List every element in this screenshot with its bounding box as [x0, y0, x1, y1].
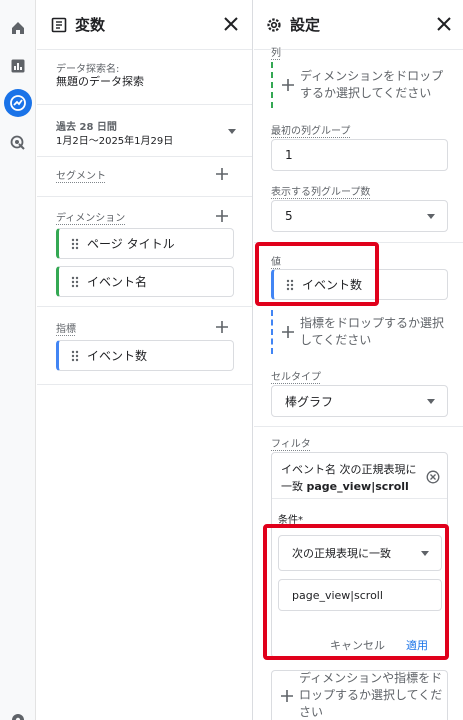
values-drop-zone[interactable]: 指標をドロップするか選択してください: [271, 310, 448, 354]
gear-icon: [267, 17, 281, 32]
close-icon[interactable]: [435, 15, 453, 33]
columns-label: 列: [271, 44, 281, 59]
exploration-name[interactable]: 無題のデータ探索: [56, 73, 144, 89]
filters-drop-zone[interactable]: ディメンションや指標をドロップするか選択してください: [271, 670, 448, 720]
drag-handle-icon: [71, 276, 79, 287]
variables-panel: 変数 データ探索名: 無題のデータ探索 過去 28 日間 1月2日～2025年1…: [37, 0, 253, 720]
drag-handle-icon: [71, 350, 79, 361]
explore-icon[interactable]: [4, 89, 32, 117]
filter-chip-prefix: イベント名 次の正規表現に: [281, 463, 417, 476]
add-icon: [282, 326, 294, 338]
filter-chip-value: page_view|scroll: [306, 480, 409, 493]
first-column-group-value: 1: [285, 148, 293, 162]
home-icon[interactable]: [4, 14, 32, 42]
add-icon: [281, 689, 293, 702]
date-range-label: 過去 28 日間: [56, 122, 117, 133]
settings-gear-icon[interactable]: [4, 706, 32, 720]
values-drop-text: 指標をドロップするか選択してください: [300, 316, 445, 347]
filters-drop-text: ディメンションや指標をドロップするか選択してください: [299, 671, 443, 719]
metric-chip[interactable]: イベント数: [56, 340, 234, 371]
shown-column-groups-value: 5: [285, 209, 293, 223]
dimension-chip[interactable]: イベント名: [56, 266, 234, 297]
chevron-down-icon: [427, 399, 435, 404]
highlight-condition-box: [263, 524, 449, 660]
advertising-icon[interactable]: [4, 129, 32, 157]
dimension-label: イベント名: [87, 275, 148, 289]
dimension-label: ページ タイトル: [87, 237, 175, 251]
columns-drop-zone[interactable]: ディメンションをドロップするか選択してください: [271, 62, 448, 108]
chevron-down-icon: [228, 129, 236, 134]
settings-title: 設定: [290, 16, 321, 34]
dimension-chip[interactable]: ページ タイトル: [56, 228, 234, 259]
add-icon: [282, 79, 294, 91]
drag-handle-icon: [71, 238, 79, 249]
variables-title: 変数: [75, 16, 106, 34]
metrics-label: 指標: [56, 324, 76, 335]
cell-type-select[interactable]: 棒グラフ: [271, 385, 448, 417]
add-metric-icon[interactable]: [215, 320, 229, 334]
metric-label: イベント数: [87, 349, 148, 363]
cell-type-value: 棒グラフ: [285, 394, 334, 409]
close-icon[interactable]: [222, 15, 240, 33]
variables-header: 変数: [37, 0, 252, 50]
remove-filter-icon[interactable]: [426, 470, 440, 484]
columns-drop-text: ディメンションをドロップするか選択してください: [300, 69, 444, 100]
filters-label: フィルタ: [271, 439, 311, 450]
settings-header: 設定: [254, 0, 463, 50]
date-range-value: 1月2日～2025年1月29日: [56, 136, 174, 147]
segments-label: セグメント: [56, 171, 106, 182]
add-dimension-icon[interactable]: [215, 209, 229, 223]
nav-rail: [0, 0, 36, 720]
first-column-group-label: 最初の列グループ: [271, 126, 351, 137]
first-column-group-input[interactable]: 1: [271, 139, 448, 171]
shown-column-groups-label: 表示する列グループ数: [271, 187, 371, 198]
reports-icon[interactable]: [4, 52, 32, 80]
shown-column-groups-select[interactable]: 5: [271, 200, 448, 232]
add-segment-icon[interactable]: [215, 167, 229, 181]
cell-type-label: セルタイプ: [271, 372, 321, 383]
dimensions-label: ディメンション: [56, 213, 126, 224]
highlight-values-box: [255, 242, 379, 306]
variables-icon: [51, 17, 67, 32]
filter-chip-line2-prefix: 一致: [281, 480, 307, 493]
filter-chip[interactable]: イベント名 次の正規表現に 一致 page_view|scroll: [272, 453, 447, 499]
date-range-picker[interactable]: 過去 28 日間 1月2日～2025年1月29日: [56, 118, 236, 148]
chevron-down-icon: [427, 214, 435, 219]
